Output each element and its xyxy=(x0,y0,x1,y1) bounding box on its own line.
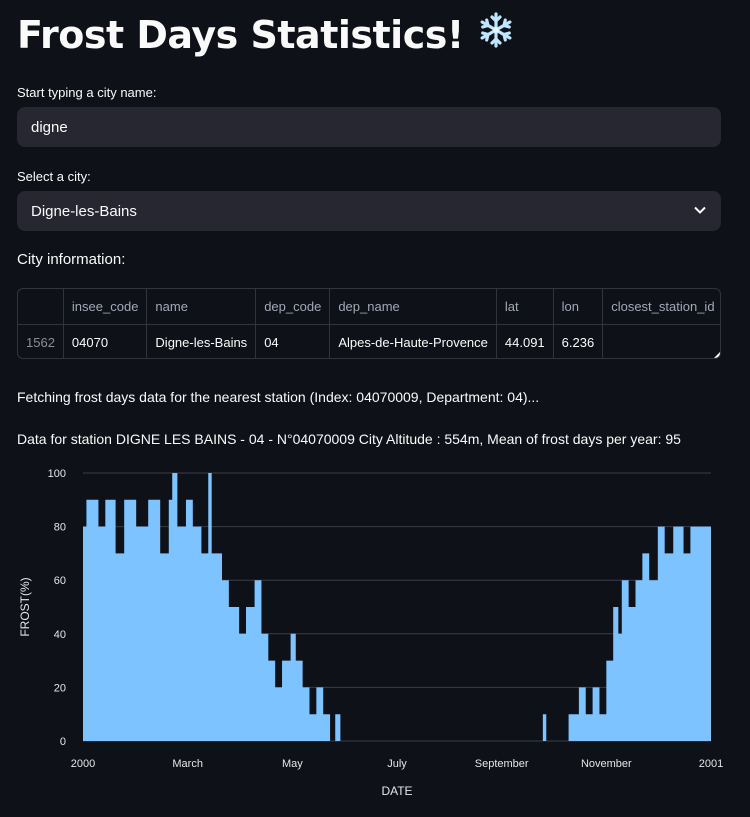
table-row[interactable]: 1562 04070 Digne-les-Bains 04 Alpes-de-H… xyxy=(18,324,720,358)
page-title-text: Frost Days Statistics! xyxy=(17,12,464,57)
y-tick-label: 0 xyxy=(60,736,66,748)
cell-dep-name[interactable]: Alpes-de-Haute-Provence xyxy=(329,324,497,358)
station-message: Data for station DIGNE LES BAINS - 04 - … xyxy=(17,431,681,447)
city-select-value: Digne-les-Bains xyxy=(31,202,137,220)
snowflake-icon xyxy=(476,10,516,59)
x-tick-label: 2000 xyxy=(71,758,95,770)
column-header-name[interactable]: name xyxy=(146,289,257,325)
x-tick-label: May xyxy=(282,758,303,770)
index-header xyxy=(18,289,64,325)
y-tick-label: 80 xyxy=(54,522,66,534)
x-axis-label: DATE xyxy=(381,784,412,798)
resize-handle[interactable] xyxy=(714,352,720,358)
y-tick-label: 40 xyxy=(54,629,66,641)
cell-lat[interactable]: 44.091 xyxy=(496,324,554,358)
cell-insee-code[interactable]: 04070 xyxy=(63,324,148,358)
chart-area xyxy=(83,473,711,741)
table-header-row: insee_code name dep_code dep_name lat lo… xyxy=(18,289,720,325)
y-axis-ticks: 0 20 40 60 80 100 xyxy=(48,468,66,748)
x-tick-label: March xyxy=(172,758,203,770)
y-tick-label: 20 xyxy=(54,682,66,694)
city-select-label: Select a city: xyxy=(17,169,91,184)
city-select[interactable]: Digne-les-Bains xyxy=(17,191,721,231)
x-axis-ticks: 2000 March May July September November 2001 xyxy=(71,758,723,770)
search-label: Start typing a city name: xyxy=(17,85,157,100)
cell-closest-station-id[interactable] xyxy=(602,324,720,358)
column-header-closest-station-id[interactable]: closest_station_id xyxy=(602,289,720,325)
city-search-input[interactable]: digne xyxy=(17,107,721,147)
fetching-message: Fetching frost days data for the nearest… xyxy=(17,389,540,405)
y-axis-label: FROST(%) xyxy=(18,577,32,636)
column-header-lon[interactable]: lon xyxy=(553,289,604,325)
city-info-table[interactable]: insee_code name dep_code dep_name lat lo… xyxy=(17,288,721,359)
page-title: Frost Days Statistics! xyxy=(17,10,516,59)
chevron-down-icon xyxy=(694,206,706,214)
cell-lon[interactable]: 6.236 xyxy=(553,324,604,358)
y-tick-label: 100 xyxy=(48,468,66,480)
cell-name[interactable]: Digne-les-Bains xyxy=(146,324,257,358)
y-tick-label: 60 xyxy=(54,575,66,587)
column-header-dep-code[interactable]: dep_code xyxy=(255,289,331,325)
city-info-heading: City information: xyxy=(17,251,126,268)
x-tick-label: July xyxy=(387,758,407,770)
column-header-dep-name[interactable]: dep_name xyxy=(329,289,497,325)
city-search-value: digne xyxy=(31,118,68,136)
column-header-lat[interactable]: lat xyxy=(496,289,554,325)
frost-area-series xyxy=(83,473,711,741)
x-tick-label: September xyxy=(475,758,529,770)
frost-chart[interactable]: 0 20 40 60 80 100 2000 March May July September No… xyxy=(0,457,750,817)
x-tick-label: November xyxy=(581,758,632,770)
row-index: 1562 xyxy=(18,324,64,358)
x-tick-label: 2001 xyxy=(699,758,723,770)
column-header-insee-code[interactable]: insee_code xyxy=(63,289,148,325)
cell-dep-code[interactable]: 04 xyxy=(255,324,331,358)
